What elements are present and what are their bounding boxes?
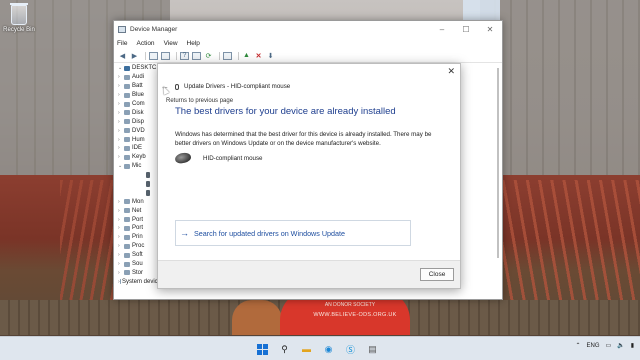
menu-view[interactable]: View [164,40,178,47]
bridge-rail-left [60,180,120,320]
device-manager-icon [118,25,126,33]
device-manager-taskbar-icon[interactable]: ▤ [364,341,381,357]
device-icon [124,225,130,231]
language-indicator[interactable]: ENG [587,343,600,349]
device-icon [124,234,130,240]
volume-icon[interactable]: 🔈 [617,342,624,349]
device-icon [124,243,130,249]
device-icon [124,101,130,107]
window-title: Device Manager [130,25,178,33]
mouse-icon [124,163,130,169]
device-icon [124,208,130,214]
device-icon [124,261,130,267]
mouse-icon [146,181,150,188]
battery-icon[interactable]: ▮ [631,342,634,349]
windows-update-link-label: Search for updated drivers on Windows Up… [194,228,346,238]
computer-icon [124,65,130,71]
device-name: HID-compliant mouse [203,154,263,162]
recycle-bin-label: Recycle Bin [3,27,35,33]
start-icon[interactable] [254,341,271,357]
device-icon [124,137,130,143]
mouse-icon [175,83,179,90]
device-icon [124,217,130,223]
menu-action[interactable]: Action [136,40,154,47]
dialog-description: Windows has determined that the best dri… [175,131,432,147]
taskbar-pinned: ⚲ ▬ ◉ Ⓢ ▤ [254,341,386,357]
device-icon [124,119,130,125]
uninstall-device-icon[interactable]: ✕ [254,52,263,60]
edge-icon[interactable]: ◉ [320,341,337,357]
device-icon [124,110,130,116]
mouse-icon [146,189,150,196]
update-driver-icon[interactable]: ▲ [242,52,251,60]
show-action-pane-icon[interactable] [192,51,201,60]
back-tooltip: Returns to previous page [164,97,236,105]
sign-text-line1: AN DONOR SOCIETY [324,302,376,308]
forward-icon[interactable]: ▶ [130,52,139,60]
device-icon [124,252,130,258]
search-icon[interactable]: ⚲ [276,341,293,357]
show-hide-console-tree-icon[interactable] [149,51,158,60]
dialog-title: Update Drivers - HID-compliant mouse [184,83,291,90]
toolbar: ◀ ▶ ? ⟳ ▲ ✕ ⬇ [114,49,502,63]
network-icon[interactable]: ▭ [606,342,612,349]
bridge-rail-right [500,180,640,310]
close-window-button[interactable]: ✕ [478,25,502,34]
device-icon [124,145,130,151]
device-icon [124,83,130,89]
windows-update-link[interactable]: → Search for updated drivers on Windows … [175,220,411,246]
device-icon [124,92,130,98]
device-icon [124,154,130,160]
window-titlebar[interactable]: Device Manager – ☐ ✕ [114,21,502,37]
tree-scrollbar[interactable] [496,66,500,266]
dialog-close-icon[interactable]: ✕ [447,66,455,77]
minimize-button[interactable]: – [430,25,454,34]
device-icon [124,74,130,80]
dialog-heading: The best drivers for your device are alr… [175,106,396,117]
device-icon [124,199,130,205]
device-icon [124,128,130,134]
recycle-bin-icon [10,3,28,25]
properties-icon[interactable] [161,51,170,60]
menu-bar: File Action View Help [114,37,502,49]
dialog-header: Update Drivers - HID-compliant mouse [175,83,290,90]
sign-text-line2: WWW.BELIEVE-ODS.ORG.UK [313,312,397,318]
tray-overflow-icon[interactable]: ⌃ [575,342,580,349]
disable-device-icon[interactable]: ⬇ [266,52,275,60]
maximize-button[interactable]: ☐ [454,25,478,34]
taskbar: ⚲ ▬ ◉ Ⓢ ▤ ⌃ ENG ▭ 🔈 ▮ [0,336,640,360]
back-icon[interactable]: ◀ [118,52,127,60]
cat [232,300,282,335]
system-tray: ⌃ ENG ▭ 🔈 ▮ [569,342,634,350]
monitor-icon[interactable] [223,51,232,60]
scan-hardware-icon[interactable]: ⟳ [204,52,213,60]
help-icon[interactable]: ? [180,51,189,60]
recycle-bin[interactable]: Recycle Bin [3,3,35,33]
arrow-right-icon: → [180,228,189,238]
skype-icon[interactable]: Ⓢ [342,341,359,357]
close-button[interactable]: Close [420,268,454,281]
file-explorer-icon[interactable]: ▬ [298,341,315,357]
mouse-icon [174,151,192,165]
dialog-footer: Close [158,260,460,288]
menu-help[interactable]: Help [187,40,200,47]
menu-file[interactable]: File [117,40,127,47]
update-drivers-dialog: ✕ ← Update Drivers - HID-compliant mouse… [157,63,461,289]
mouse-icon [146,172,150,179]
scrollbar-thumb[interactable] [497,68,499,258]
device-row: HID-compliant mouse [174,151,263,165]
device-icon [124,270,130,276]
